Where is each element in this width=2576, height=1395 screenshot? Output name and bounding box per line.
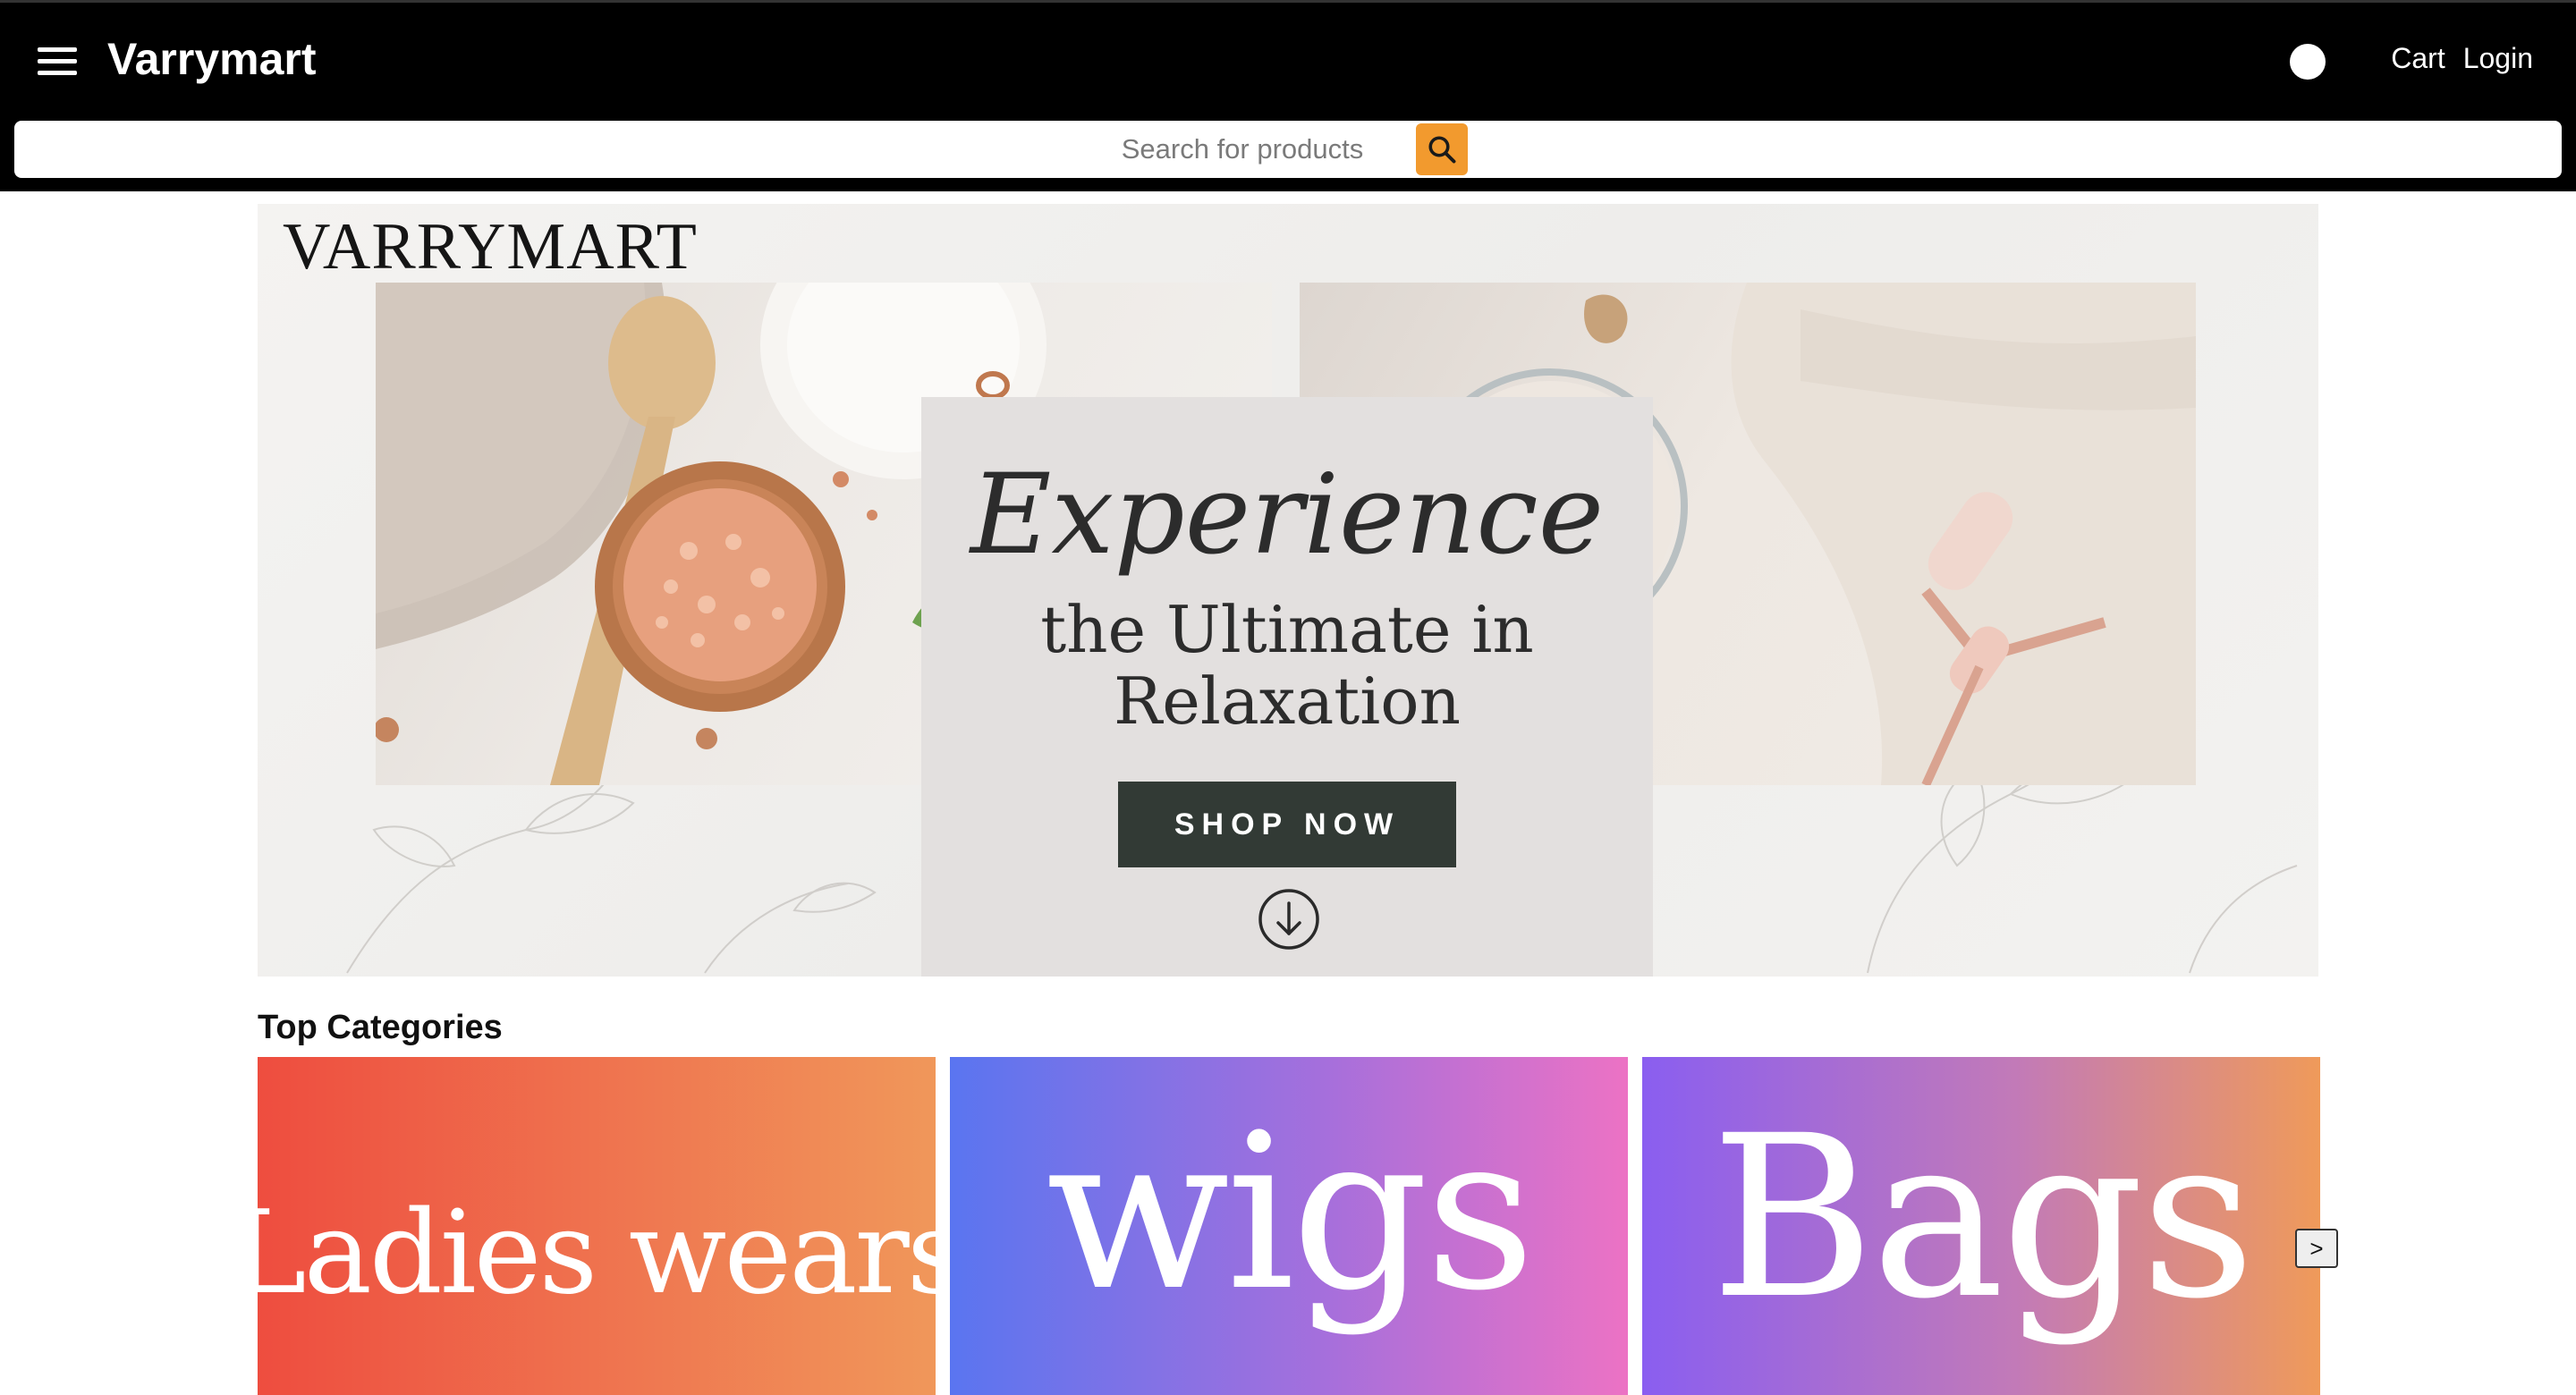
menu-icon[interactable] [38, 47, 77, 76]
hero-logo: VARRYMART [283, 210, 698, 283]
brand-logo[interactable]: Varrymart [107, 33, 317, 85]
top-navbar: Varrymart Cart Login [0, 0, 2576, 191]
nav-links: Cart Login [2391, 42, 2533, 75]
search-button[interactable] [1416, 123, 1468, 175]
category-card-wigs[interactable]: wigs [950, 1057, 1628, 1395]
search-icon [1428, 136, 1456, 164]
category-label: wigs [1046, 1087, 1536, 1338]
cart-link[interactable]: Cart [2391, 42, 2445, 75]
category-label: Ladies wears [258, 1186, 936, 1320]
shop-now-button[interactable]: SHOP NOW [1118, 782, 1456, 867]
theme-toggle-icon[interactable] [2290, 44, 2326, 80]
category-card-bags[interactable]: Bags [1642, 1057, 2320, 1395]
hero-banner[interactable]: VARRYMART Experience the Ultimate in Rel… [258, 204, 2318, 976]
login-link[interactable]: Login [2463, 42, 2533, 75]
search-input[interactable] [1108, 127, 1377, 172]
search-bar [14, 121, 2562, 178]
category-card-ladies-wears[interactable]: Ladies wears [258, 1057, 936, 1395]
carousel-next-button[interactable]: > [2295, 1229, 2338, 1268]
arrow-down-circle-icon[interactable] [1257, 887, 1321, 951]
promo-subheadline-line1: the Ultimate in [1040, 592, 1534, 667]
promo-subheadline: the Ultimate in Relaxation [921, 594, 1653, 737]
promo-headline: Experience [970, 451, 1605, 579]
promo-subheadline-line2: Relaxation [1114, 664, 1461, 739]
category-label: Bags [1710, 1086, 2255, 1348]
section-title-top-categories: Top Categories [258, 1009, 503, 1046]
